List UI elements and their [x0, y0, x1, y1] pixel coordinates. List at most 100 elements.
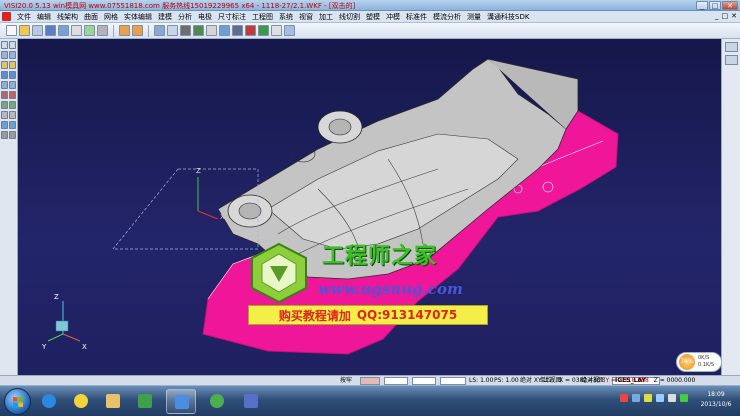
- light-icon[interactable]: [1, 101, 8, 109]
- grid-icon[interactable]: [271, 25, 282, 36]
- save-as-icon[interactable]: [58, 25, 69, 36]
- menu-dimension[interactable]: 尺寸标注: [215, 11, 249, 23]
- taskbar-explorer[interactable]: [98, 389, 128, 414]
- material-icon[interactable]: [9, 101, 16, 109]
- menu-mesh[interactable]: 网格: [101, 11, 121, 23]
- menu-wireframe[interactable]: 线架构: [54, 11, 81, 23]
- taskbar-chart[interactable]: [236, 389, 266, 414]
- menu-system[interactable]: 系统: [276, 11, 296, 23]
- menu-sdk[interactable]: 溝通科技SDK: [484, 11, 532, 23]
- menu-measure[interactable]: 测量: [464, 11, 484, 23]
- wireframe-icon[interactable]: [219, 25, 230, 36]
- maximize-button[interactable]: □: [709, 1, 721, 10]
- save-icon[interactable]: [45, 25, 56, 36]
- taskbar-player[interactable]: [130, 389, 160, 414]
- taskbar-visi[interactable]: [166, 389, 196, 414]
- rotate-icon[interactable]: [1, 71, 8, 79]
- tray-volume-icon[interactable]: [668, 394, 676, 402]
- redo-icon[interactable]: [132, 25, 143, 36]
- view-top-icon[interactable]: [1, 41, 8, 49]
- next-view-icon[interactable]: [9, 121, 16, 129]
- speed-rates: 0K/S 0.1K/S: [698, 355, 714, 369]
- linewidth-field[interactable]: [412, 377, 436, 385]
- start-button[interactable]: [4, 388, 31, 415]
- menu-edit[interactable]: 编辑: [34, 11, 54, 23]
- layer-icon[interactable]: [180, 25, 191, 36]
- menu-modeling[interactable]: 建模: [155, 11, 175, 23]
- orient-z-label: Z: [54, 293, 59, 301]
- tray-app-icon[interactable]: [620, 394, 628, 402]
- menu-stamping[interactable]: 冲模: [383, 11, 403, 23]
- menu-analysis[interactable]: 分析: [175, 11, 195, 23]
- zoom-icon[interactable]: [1, 61, 8, 69]
- sketch-icon[interactable]: [1, 111, 8, 119]
- menu-solid-edit[interactable]: 实体编辑: [121, 11, 155, 23]
- undo-icon[interactable]: [119, 25, 130, 36]
- previous-view-icon[interactable]: [1, 121, 8, 129]
- menu-drawing[interactable]: 工程图: [249, 11, 276, 23]
- menu-electrode[interactable]: 电极: [195, 11, 215, 23]
- linetype-field[interactable]: [384, 377, 408, 385]
- window-select-icon[interactable]: [167, 25, 178, 36]
- export-icon[interactable]: [97, 25, 108, 36]
- doc-minimize-button[interactable]: _: [715, 12, 719, 20]
- doc-restore-button[interactable]: □: [722, 12, 729, 20]
- arrow-right-icon[interactable]: [9, 131, 16, 139]
- import-icon[interactable]: [84, 25, 95, 36]
- attribute-icon[interactable]: [193, 25, 204, 36]
- taskbar-clock[interactable]: 18:09 2013/10/6: [696, 390, 736, 410]
- taskbar-recorder[interactable]: [202, 389, 232, 414]
- minimize-button[interactable]: _: [696, 1, 708, 10]
- show-icon[interactable]: [258, 25, 269, 36]
- pan-icon[interactable]: [9, 71, 16, 79]
- open-folder-icon[interactable]: [19, 25, 30, 36]
- panel-toggle-icon[interactable]: [724, 42, 738, 52]
- tray-ime-icon[interactable]: [680, 394, 688, 402]
- color-swatch[interactable]: [360, 377, 380, 385]
- hidden-line-icon[interactable]: [232, 25, 243, 36]
- axis-z-upper-label: Z: [196, 167, 201, 175]
- menu-wire-cut[interactable]: 线切割: [336, 11, 363, 23]
- title-bar: VISI20.0 5.13 win模具网 www.07551818.com 服务…: [0, 0, 740, 11]
- orient-y-label: Y: [41, 343, 47, 351]
- print-icon[interactable]: [71, 25, 82, 36]
- tray-flag-icon[interactable]: [644, 394, 652, 402]
- taskbar-ie[interactable]: [34, 389, 64, 414]
- tray-network-icon[interactable]: [632, 394, 640, 402]
- entry-field[interactable]: [440, 377, 466, 385]
- view-side-icon[interactable]: [1, 51, 8, 59]
- view-front-icon[interactable]: [9, 41, 16, 49]
- network-speed-widget[interactable]: 74% 0K/S 0.1K/S: [676, 352, 722, 372]
- view-iso-icon[interactable]: [9, 51, 16, 59]
- cube-shaded-icon[interactable]: [9, 81, 16, 89]
- upload-rate: 0K/S: [698, 355, 710, 361]
- workplane-icon[interactable]: [9, 111, 16, 119]
- tray-monitor-icon[interactable]: [656, 394, 664, 402]
- menu-standard-parts[interactable]: 标准件: [403, 11, 430, 23]
- shade-icon[interactable]: [206, 25, 217, 36]
- cube-icon[interactable]: [1, 81, 8, 89]
- close-button[interactable]: ✕: [722, 1, 738, 10]
- recent-file-icon[interactable]: [32, 25, 43, 36]
- menu-surface[interactable]: 曲面: [81, 11, 101, 23]
- clip-icon[interactable]: [9, 91, 16, 99]
- new-file-icon[interactable]: [6, 25, 17, 36]
- doc-close-button[interactable]: ✕: [731, 12, 737, 20]
- arrow-left-icon[interactable]: [1, 131, 8, 139]
- menu-file[interactable]: 文件: [14, 11, 34, 23]
- windows-logo-icon: [13, 397, 23, 407]
- hide-icon[interactable]: [245, 25, 256, 36]
- section-icon[interactable]: [1, 91, 8, 99]
- watermark-qq-text: QQ:913147075: [356, 308, 458, 322]
- zoom-all-icon[interactable]: [9, 61, 16, 69]
- panel-pin-icon[interactable]: [724, 55, 738, 65]
- menu-view[interactable]: 视窗: [296, 11, 316, 23]
- measure-icon[interactable]: [284, 25, 295, 36]
- orient-axis-x: [62, 333, 81, 342]
- menu-plastic-mold[interactable]: 塑模: [363, 11, 383, 23]
- menu-machining[interactable]: 加工: [316, 11, 336, 23]
- select-icon[interactable]: [154, 25, 165, 36]
- menu-flow-analysis[interactable]: 模流分析: [430, 11, 464, 23]
- taskbar-qq[interactable]: [66, 389, 96, 414]
- qq-icon: [74, 394, 88, 408]
